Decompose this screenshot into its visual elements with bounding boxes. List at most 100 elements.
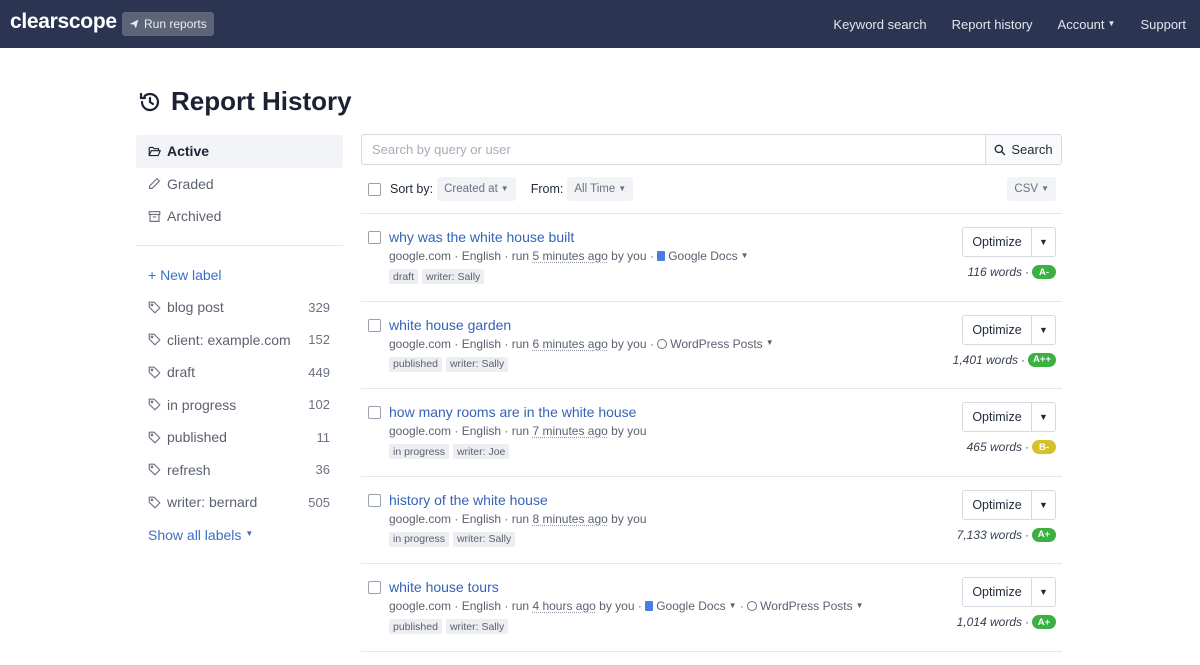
sidebar-label-item[interactable]: in progress 102 — [136, 389, 343, 422]
report-tag[interactable]: published — [389, 356, 442, 372]
word-count: 7,133 words — [956, 527, 1022, 542]
chevron-down-icon: ▼ — [618, 183, 627, 193]
report-tag[interactable]: writer: Joe — [452, 444, 510, 460]
meta-separator: · — [501, 336, 512, 351]
sidebar-label-item[interactable]: published 11 — [136, 421, 343, 454]
label-count: 505 — [308, 494, 330, 510]
chevron-down-icon: ▼ — [740, 250, 749, 260]
row-checkbox[interactable] — [368, 406, 381, 420]
integration-dropdown[interactable]: Google Docs ▼ — [657, 249, 749, 263]
report-language: English — [461, 511, 502, 526]
run-reports-button[interactable]: Run reports — [122, 12, 214, 36]
integration-dropdown[interactable]: WordPress Posts ▼ — [747, 599, 864, 613]
sidebar-label-item[interactable]: blog post 329 — [136, 291, 343, 324]
report-tag[interactable]: published — [389, 619, 442, 635]
row-checkbox[interactable] — [368, 493, 381, 507]
optimize-dropdown-button[interactable]: ▼ — [1032, 402, 1056, 433]
integration-dropdown[interactable]: Google Docs ▼ — [645, 599, 737, 614]
meta-separator: · — [1025, 265, 1029, 279]
page-header: Report History — [138, 86, 352, 117]
optimize-dropdown-button[interactable]: ▼ — [1032, 577, 1056, 608]
report-domain: google.com — [389, 249, 452, 263]
sort-by-dropdown[interactable]: Created at ▼ — [437, 177, 516, 201]
report-title-link[interactable]: how many rooms are in the white house — [389, 404, 636, 420]
meta-separator: · — [501, 424, 512, 439]
report-tag[interactable]: writer: Sally — [445, 356, 509, 372]
chevron-down-icon: ▼ — [728, 600, 737, 610]
optimize-button[interactable]: Optimize — [962, 314, 1032, 345]
optimize-group: Optimize ▼ — [962, 489, 1056, 520]
label-count: 449 — [308, 364, 330, 380]
search-button[interactable]: Search — [985, 134, 1062, 165]
row-checkbox[interactable] — [368, 318, 381, 332]
integration-label: Google Docs — [656, 599, 726, 614]
table-row: history of the white house google.com · E… — [361, 475, 1062, 564]
run-time: 8 minutes ago — [532, 511, 608, 526]
report-language: English — [461, 336, 502, 351]
wordpress-icon — [747, 601, 758, 612]
nav-link-keyword-search[interactable]: Keyword search — [833, 17, 926, 32]
meta-separator: · — [1025, 440, 1029, 455]
report-domain: google.com — [389, 511, 452, 526]
logo[interactable]: clearscope — [10, 10, 117, 34]
row-checkbox[interactable] — [368, 581, 381, 595]
sidebar-item-label: Archived — [167, 208, 222, 225]
report-tag[interactable]: writer: Sally — [452, 531, 516, 547]
report-tag[interactable]: draft — [389, 269, 419, 284]
optimize-dropdown-button[interactable]: ▼ — [1032, 227, 1056, 257]
meta-separator: · — [451, 599, 462, 614]
nav-link-support[interactable]: Support — [1140, 17, 1186, 32]
label-name: in progress — [167, 396, 237, 413]
nav-link-account[interactable]: Account ▼ — [1058, 17, 1116, 32]
report-title-link[interactable]: white house tours — [389, 579, 499, 595]
sidebar-label-item[interactable]: refresh 36 — [136, 454, 343, 487]
run-by: by you — [611, 336, 647, 351]
meta-separator: · — [646, 249, 658, 263]
new-label-button[interactable]: + New label — [136, 259, 343, 292]
sidebar-item-archived[interactable]: Archived — [136, 200, 343, 233]
optimize-button[interactable]: Optimize — [962, 402, 1032, 433]
report-title-link[interactable]: white house garden — [389, 317, 511, 333]
tag-icon — [148, 398, 161, 411]
report-title-link[interactable]: history of the white house — [389, 492, 548, 508]
grade-badge: A++ — [1028, 352, 1056, 367]
sidebar-label-item[interactable]: writer: bernard 505 — [136, 486, 343, 519]
chevron-down-icon: ▼ — [1107, 18, 1116, 28]
archive-icon — [148, 210, 161, 222]
chevron-down-icon: ▼ — [245, 529, 254, 538]
select-all-checkbox[interactable] — [368, 182, 381, 196]
from-dropdown[interactable]: All Time ▼ — [567, 177, 634, 201]
optimize-button[interactable]: Optimize — [962, 577, 1032, 608]
optimize-dropdown-button[interactable]: ▼ — [1032, 489, 1056, 520]
optimize-dropdown-button[interactable]: ▼ — [1032, 314, 1056, 345]
report-tag[interactable]: in progress — [389, 531, 449, 547]
report-tag[interactable]: in progress — [389, 444, 449, 460]
sidebar-item-active[interactable]: Active — [136, 135, 343, 168]
run-by: by you — [611, 249, 647, 263]
meta-separator: · — [646, 336, 658, 351]
sidebar-item-graded[interactable]: Graded — [136, 168, 343, 201]
tag-icon — [148, 496, 161, 509]
report-domain: google.com — [389, 599, 452, 614]
table-row: white house garden google.com · English ·… — [361, 300, 1062, 389]
page-title: Report History — [171, 86, 352, 116]
report-language: English — [461, 249, 502, 263]
run-prefix: run — [511, 249, 530, 263]
run-time: 6 minutes ago — [532, 336, 608, 351]
csv-dropdown[interactable]: CSV ▼ — [1007, 177, 1056, 201]
report-tag[interactable]: writer: Sally — [422, 269, 485, 284]
integration-dropdown[interactable]: WordPress Posts ▼ — [657, 337, 774, 351]
report-title-link[interactable]: why was the white house built — [389, 229, 574, 245]
optimize-button[interactable]: Optimize — [962, 489, 1032, 520]
optimize-button[interactable]: Optimize — [962, 227, 1032, 257]
sidebar-label-item[interactable]: draft 449 — [136, 356, 343, 389]
search-input[interactable] — [361, 134, 985, 165]
show-all-labels-link[interactable]: Show all labels ▼ — [136, 519, 343, 551]
sidebar-label-item[interactable]: client: example.com 152 — [136, 324, 343, 357]
row-checkbox[interactable] — [368, 231, 381, 244]
report-tag[interactable]: writer: Sally — [445, 619, 509, 635]
tag-icon — [148, 366, 161, 379]
tag-icon — [148, 463, 161, 476]
optimize-group: Optimize ▼ — [962, 577, 1056, 608]
nav-link-report-history[interactable]: Report history — [952, 17, 1033, 32]
